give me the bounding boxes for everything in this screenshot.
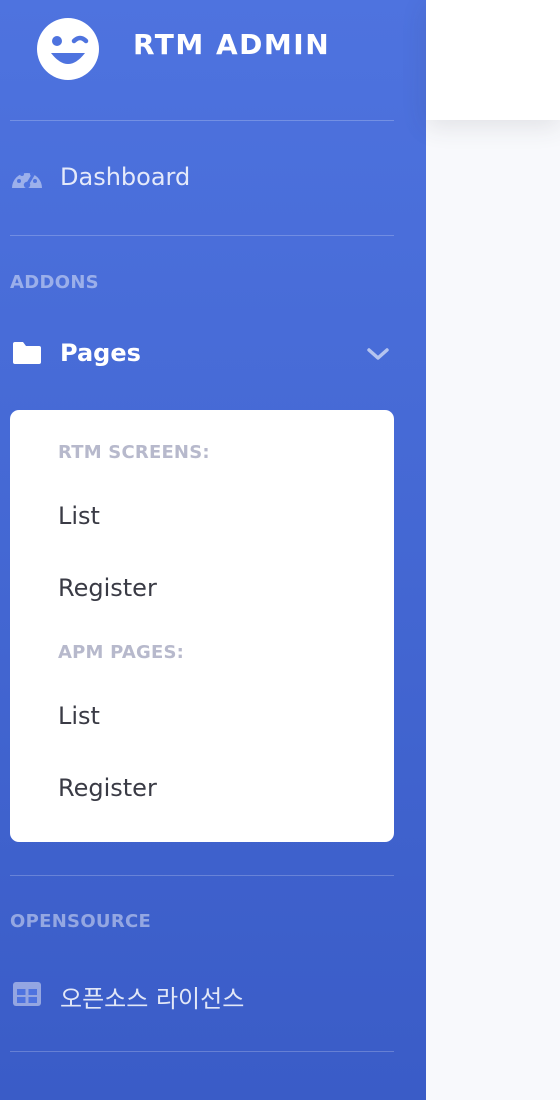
pages-collapse-menu: RTM SCREENS: List Register APM PAGES: Li…	[10, 410, 394, 842]
sidebar-heading-opensource: OPENSOURCE	[10, 911, 152, 932]
topbar	[426, 0, 560, 120]
sidebar-brand[interactable]: RTM ADMIN	[0, 0, 426, 120]
sidebar-divider	[10, 875, 394, 876]
collapse-header-rtm-screens: RTM SCREENS:	[58, 442, 210, 463]
collapse-item-apm-register[interactable]: Register	[58, 774, 157, 802]
table-icon	[13, 982, 41, 1006]
nav-label-pages: Pages	[60, 339, 141, 367]
folder-icon	[13, 342, 41, 364]
collapse-item-rtm-list[interactable]: List	[58, 502, 100, 530]
sidebar-heading-addons: ADDONS	[10, 272, 99, 293]
nav-item-pages[interactable]: Pages	[0, 328, 406, 380]
wink-face-icon	[37, 18, 99, 80]
sidebar: RTM ADMIN Dashboard ADDONS Pages RTM SCR…	[0, 0, 426, 1100]
tachometer-icon	[12, 172, 42, 189]
sidebar-divider	[10, 120, 394, 121]
collapse-item-apm-list[interactable]: List	[58, 702, 100, 730]
sidebar-divider	[10, 235, 394, 236]
nav-item-dashboard[interactable]: Dashboard	[0, 152, 406, 204]
nav-label-opensource-license: 오픈소스 라이선스	[60, 985, 245, 1013]
collapse-item-rtm-register[interactable]: Register	[58, 574, 157, 602]
collapse-header-apm-pages: APM PAGES:	[58, 642, 185, 663]
nav-item-opensource-license[interactable]: 오픈소스 라이선스	[0, 968, 406, 1020]
sidebar-divider	[10, 1051, 394, 1052]
nav-label-dashboard: Dashboard	[60, 163, 191, 191]
chevron-down-icon	[367, 348, 389, 360]
brand-name: RTM ADMIN	[133, 28, 331, 61]
